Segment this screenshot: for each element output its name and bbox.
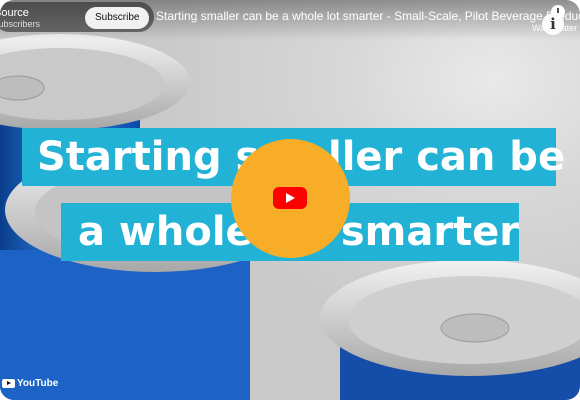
channel-info[interactable]: Source subscribers Subscribe	[0, 2, 154, 32]
video-player[interactable]: Source subscribers Subscribe Starting sm…	[0, 0, 580, 400]
subscriber-count: subscribers	[0, 19, 41, 29]
play-icon	[273, 187, 307, 209]
subscribe-button[interactable]: Subscribe	[85, 7, 150, 29]
play-button[interactable]	[231, 139, 350, 258]
video-title[interactable]: Starting smaller can be a whole lot smar…	[156, 9, 580, 23]
youtube-wordmark: YouTube	[17, 378, 59, 389]
youtube-mark-icon	[2, 379, 15, 388]
info-icon[interactable]: i	[542, 13, 564, 35]
channel-name[interactable]: Source	[0, 7, 29, 19]
